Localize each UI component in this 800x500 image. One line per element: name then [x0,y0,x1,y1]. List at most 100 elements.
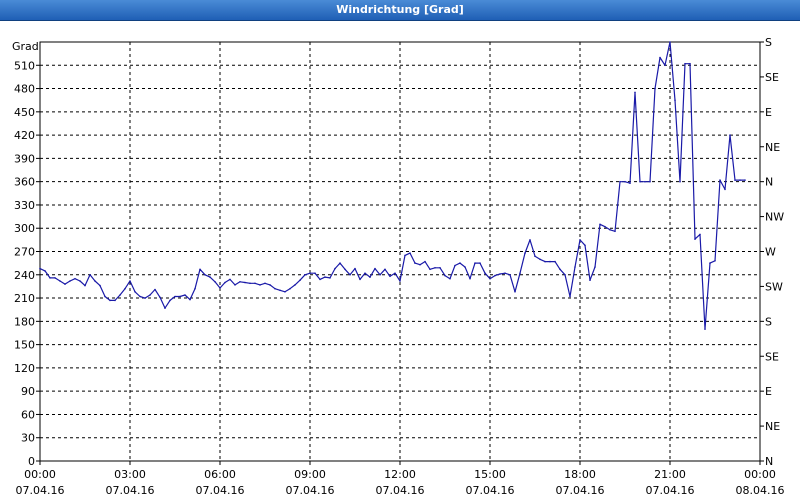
data-point [604,225,606,228]
data-point [609,229,611,231]
data-point [44,270,46,272]
compass-tick-label: W [765,246,776,259]
data-point [689,62,691,65]
y-tick-label: 510 [14,59,35,72]
data-point [174,295,176,298]
y-tick-label: 330 [14,199,35,212]
data-point [329,277,331,279]
x-tick-time: 12:00 [384,468,416,481]
data-point [114,299,116,302]
data-point [544,260,546,263]
y-tick-label: 420 [14,129,35,142]
y-tick-label: 150 [14,339,35,352]
y-tick-label: 390 [14,152,35,165]
data-point [589,279,591,282]
x-tick-date: 07.04.16 [376,484,425,497]
data-point [429,268,431,271]
data-point [734,179,736,181]
compass-tick-label: SE [765,71,779,84]
data-point [719,179,721,181]
x-tick-time: 06:00 [204,468,236,481]
window-title: Windrichtung [Grad] [336,3,464,16]
data-point [624,180,626,183]
data-point [519,272,521,274]
data-point [659,56,661,59]
data-point [389,275,391,278]
data-point [334,267,336,270]
data-point [509,274,511,276]
compass-axis-ticks: N NE E SE S SW W NW N NE E SE S [760,36,784,468]
data-point [204,274,206,276]
data-point [559,268,561,271]
data-point [614,230,616,233]
data-point [699,233,701,236]
data-point [284,291,286,293]
data-point [369,276,371,278]
data-point [424,260,426,263]
data-point [379,274,381,276]
compass-tick-label: S [765,315,772,328]
data-point [194,287,196,290]
x-tick-date: 07.04.16 [196,484,245,497]
data-point [409,252,411,254]
data-point [529,239,531,241]
data-point [309,272,311,274]
x-tick-date: 07.04.16 [286,484,335,497]
data-point [539,258,541,261]
data-point [64,283,66,285]
data-point [384,268,386,271]
data-point [139,295,141,298]
data-point [274,287,276,290]
data-point [434,267,436,269]
data-point [74,277,76,280]
data-point [569,295,571,298]
compass-tick-label: E [765,385,772,398]
compass-tick-label: E [765,106,772,119]
data-point [474,262,476,264]
data-point [299,279,301,282]
data-point [354,267,356,270]
data-point [219,287,221,289]
wind-direction-chart: Grad 0 30 60 90 120 150 180 210 240 270 300 330 360 3… [12,36,784,497]
data-point [639,180,641,183]
data-point [289,287,291,290]
data-point [524,252,526,254]
x-tick-date: 07.04.16 [646,484,695,497]
chart-window: Windrichtung [Grad] Grad 0 30 60 90 120 150 18… [0,0,800,500]
data-point [224,281,226,284]
data-point [674,99,676,101]
data-point [149,294,151,296]
x-tick-date: 07.04.16 [106,484,155,497]
y-axis-label: Grad [12,40,39,53]
grid-lines [40,42,760,461]
data-point [449,277,451,280]
data-point [724,188,726,191]
data-point [184,294,186,296]
y-tick-label: 270 [14,246,35,259]
data-point [94,280,96,282]
data-point [244,281,246,284]
y-tick-label: 480 [14,83,35,96]
data-point [514,291,516,293]
data-point [164,307,166,309]
data-point [459,262,461,264]
data-point [159,296,161,299]
data-point [254,282,256,285]
data-point [119,294,121,296]
data-point [109,299,111,302]
y-tick-label: 0 [28,455,35,468]
data-point [229,278,231,281]
data-point [629,182,631,184]
data-point [89,274,91,276]
data-point [239,281,241,283]
data-point [654,87,656,90]
data-point [439,267,441,269]
compass-tick-label: SW [765,280,783,293]
data-point [129,280,131,282]
data-point [59,280,61,282]
data-point [419,263,421,266]
data-point [564,274,566,276]
data-point [69,280,71,282]
series-group [39,41,746,330]
data-point [304,274,306,276]
